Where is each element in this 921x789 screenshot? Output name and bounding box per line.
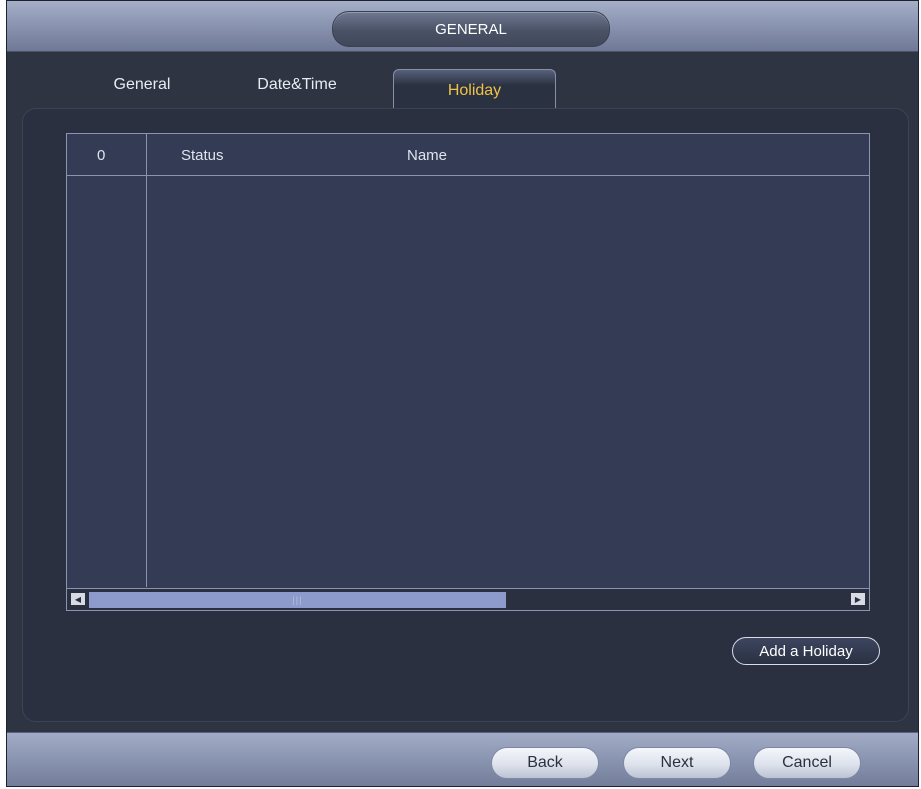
tab-date-time[interactable]: Date&Time <box>242 69 352 101</box>
horizontal-scrollbar[interactable]: ◀ ||| ▶ <box>67 588 869 610</box>
scroll-right-icon[interactable]: ▶ <box>851 593 865 605</box>
holiday-panel: 0 Status Name ◀ ||| ▶ Add a Holiday <box>22 108 909 722</box>
column-divider <box>146 134 147 587</box>
table-header: 0 Status Name <box>67 134 869 176</box>
general-settings-window: GENERAL General Date&Time Holiday 0 Stat… <box>6 0 919 787</box>
cancel-button[interactable]: Cancel <box>753 747 861 779</box>
column-header-index[interactable]: 0 <box>97 134 105 176</box>
window-title: GENERAL <box>332 11 610 47</box>
column-header-status[interactable]: Status <box>181 134 224 176</box>
tab-general[interactable]: General <box>97 69 187 101</box>
scroll-left-icon[interactable]: ◀ <box>71 593 85 605</box>
scroll-track[interactable]: ||| <box>89 592 847 608</box>
footer-bar: Back Next Cancel <box>7 732 918 786</box>
back-button[interactable]: Back <box>491 747 599 779</box>
column-header-name[interactable]: Name <box>407 134 447 176</box>
grip-icon: ||| <box>292 595 303 605</box>
next-button[interactable]: Next <box>623 747 731 779</box>
scroll-thumb[interactable]: ||| <box>89 592 506 608</box>
add-holiday-button[interactable]: Add a Holiday <box>732 637 880 665</box>
title-bar: GENERAL <box>7 1 918 52</box>
holiday-table: 0 Status Name ◀ ||| ▶ <box>66 133 870 611</box>
tab-bar: General Date&Time Holiday <box>7 59 918 109</box>
tab-holiday[interactable]: Holiday <box>393 69 556 109</box>
